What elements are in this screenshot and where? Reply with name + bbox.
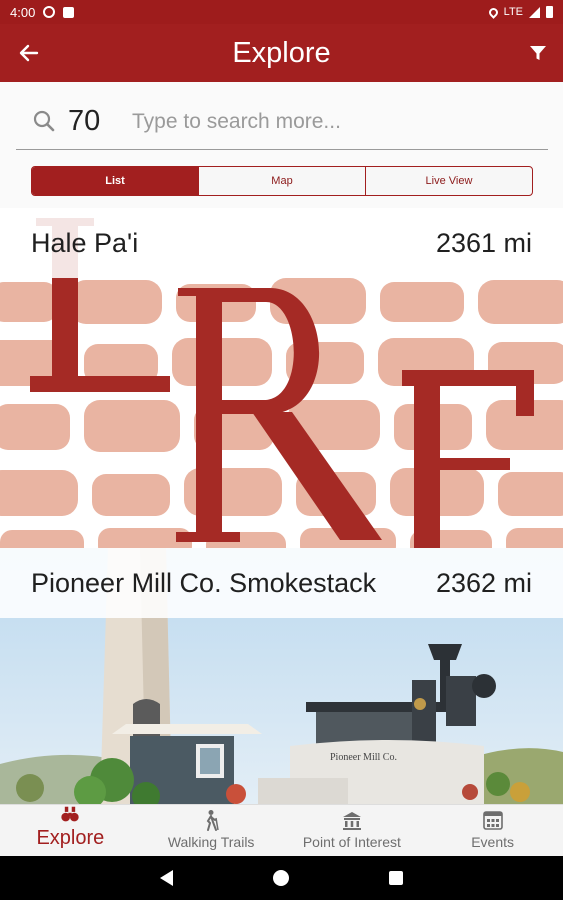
app-bar: Explore xyxy=(0,24,563,82)
filter-icon xyxy=(530,46,546,60)
search-input[interactable] xyxy=(132,109,512,134)
bottom-navigation: Explore Walking Trails Point of Interest xyxy=(0,804,563,856)
result-distance: 2362 mi xyxy=(435,567,532,598)
result-card[interactable]: Pioneer Mill Co. Pioneer Mill Co. Smokes… xyxy=(0,548,563,804)
result-name: Hale Pa'i xyxy=(31,227,139,258)
tab-list[interactable]: List xyxy=(32,167,199,195)
result-name: Pioneer Mill Co. Smokestack xyxy=(31,567,377,598)
landmark-icon xyxy=(342,812,361,830)
nav-point-of-interest-label: Point of Interest xyxy=(302,834,401,850)
location-icon xyxy=(486,5,500,19)
nav-explore-label: Explore xyxy=(36,827,105,849)
search-bar: 70 xyxy=(16,94,548,150)
calendar-icon xyxy=(482,811,503,830)
result-distance: 2361 mi xyxy=(435,227,532,258)
battery-icon xyxy=(546,6,553,18)
system-back-button[interactable] xyxy=(160,870,173,886)
result-card-header: Hale Pa'i 2361 mi xyxy=(0,208,563,278)
tab-map[interactable]: Map xyxy=(199,167,366,195)
search-area: 70 List Map Live View xyxy=(0,82,563,208)
search-icon xyxy=(28,104,64,140)
page-title: Explore xyxy=(232,36,331,69)
nav-walking-trails[interactable]: Walking Trails xyxy=(141,805,282,856)
hiker-icon xyxy=(206,810,219,831)
status-bar: 4:00 LTE xyxy=(0,0,563,24)
nav-walking-trails-label: Walking Trails xyxy=(167,834,255,850)
binoculars-icon xyxy=(61,806,80,822)
system-navigation-bar xyxy=(0,856,563,900)
nav-events[interactable]: Events xyxy=(422,805,563,856)
system-home-button[interactable] xyxy=(273,870,289,886)
back-button[interactable] xyxy=(14,38,44,68)
search-radius-value[interactable]: 70 xyxy=(68,105,128,138)
filter-button[interactable] xyxy=(527,42,549,64)
nav-events-label: Events xyxy=(471,834,515,850)
result-card[interactable]: Hale Pa'i 2361 mi xyxy=(0,208,563,548)
sd-card-icon xyxy=(63,6,75,18)
tab-live-view[interactable]: Live View xyxy=(366,167,532,195)
system-recents-button[interactable] xyxy=(389,871,403,885)
view-toggle: List Map Live View xyxy=(31,166,533,196)
result-card-header: Pioneer Mill Co. Smokestack 2362 mi xyxy=(0,548,563,618)
arrow-left-icon xyxy=(19,44,39,62)
sign-text: Pioneer Mill Co. xyxy=(330,752,397,763)
status-time: 4:00 xyxy=(10,4,36,20)
sync-icon xyxy=(43,6,56,18)
nav-point-of-interest[interactable]: Point of Interest xyxy=(282,805,423,856)
signal-icon xyxy=(529,6,540,18)
nav-explore[interactable]: Explore xyxy=(0,805,141,856)
network-type: LTE xyxy=(503,6,523,18)
